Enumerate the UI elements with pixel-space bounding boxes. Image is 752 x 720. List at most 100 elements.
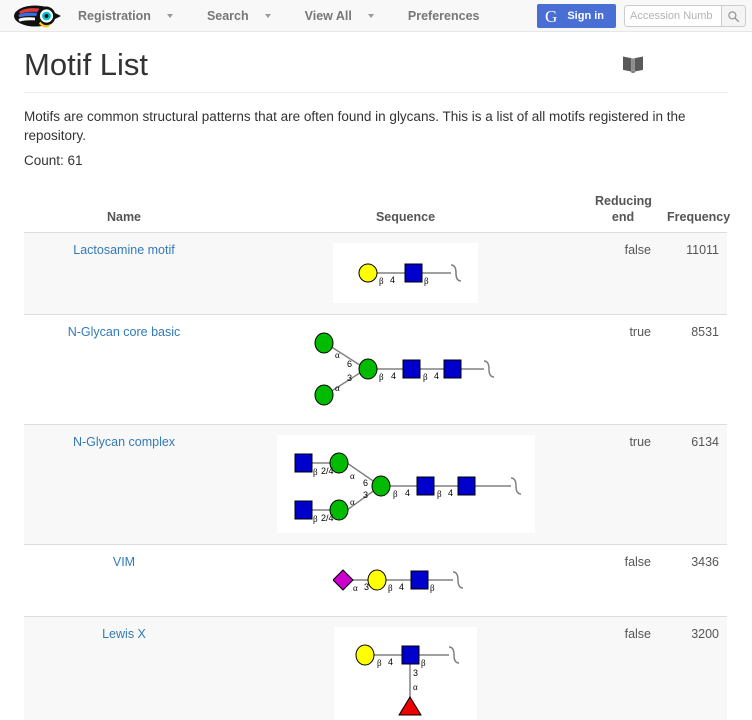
top-navbar: Registration Search View All Preferences… <box>0 0 752 32</box>
search-submit-button[interactable] <box>722 5 746 27</box>
svg-text:3: 3 <box>363 490 368 500</box>
cell-motif-name: VIM <box>24 544 224 617</box>
glycan-diagram-lewis-x: β 4 β 3 α <box>334 626 477 720</box>
open-book-icon[interactable] <box>622 54 644 74</box>
cell-reducing-end: false <box>587 232 659 315</box>
svg-text:α: α <box>350 497 355 507</box>
page-container: Motif List Motifs are common structural … <box>0 32 752 720</box>
svg-text:β: β <box>379 372 384 382</box>
svg-text:α: α <box>350 471 355 481</box>
cell-glycan-sequence: β 4 β <box>224 232 587 315</box>
svg-text:6: 6 <box>347 359 352 369</box>
svg-text:β: β <box>313 514 318 524</box>
column-header-reducing-end[interactable]: Reducing end <box>587 194 659 233</box>
motif-table-body: Lactosamine motif β 4 β false 11011 N-Gl… <box>24 232 727 720</box>
svg-text:2/4: 2/4 <box>321 466 334 476</box>
glycan-image-lactosamine[interactable]: β 4 β <box>333 242 478 303</box>
google-g-icon: G <box>545 6 558 26</box>
nav-item-preferences[interactable]: Preferences <box>398 0 490 32</box>
svg-text:β: β <box>393 489 398 499</box>
search-icon <box>728 10 740 22</box>
site-logo[interactable] <box>0 0 68 32</box>
column-header-sequence[interactable]: Sequence <box>224 194 587 233</box>
cell-glycan-sequence: β 4 β 3 α <box>224 616 587 720</box>
svg-text:β: β <box>437 489 442 499</box>
glycan-image-lewis-x[interactable]: β 4 β 3 α <box>334 626 477 720</box>
cell-motif-name: N-Glycan core basic <box>24 314 224 425</box>
table-row: N-Glycan complex β 2/4 β 2/4 α 6 α 3 β 4… <box>24 424 727 545</box>
svg-text:4: 4 <box>448 488 453 498</box>
glycan-image-vim[interactable]: α 3 β 4 β <box>332 554 478 605</box>
accession-number-input[interactable] <box>624 5 722 27</box>
motif-link-n-glycan-complex[interactable]: N-Glycan complex <box>73 435 175 449</box>
cell-reducing-end: true <box>587 424 659 545</box>
cell-frequency: 3200 <box>659 616 727 720</box>
motif-link-lactosamine-motif[interactable]: Lactosamine motif <box>73 243 174 257</box>
svg-text:6: 6 <box>363 478 368 488</box>
table-row: VIM α 3 β 4 β false 3436 <box>24 544 727 617</box>
svg-text:β: β <box>377 658 382 668</box>
svg-text:β: β <box>388 583 393 593</box>
nav-item-view-all[interactable]: View All <box>295 0 362 32</box>
svg-text:α: α <box>353 583 358 593</box>
reducing-end-line-1: Reducing <box>595 194 652 209</box>
nav-item-search[interactable]: Search <box>197 0 259 32</box>
motif-count: Count: 61 <box>24 153 83 169</box>
table-header-row: Name Sequence Reducing end Frequency <box>24 194 730 233</box>
cell-frequency: 8531 <box>659 314 727 425</box>
svg-text:α: α <box>335 350 340 360</box>
glycan-diagram-nglycan-core-basic: α 6 α 3 β 4 β 4 <box>305 324 506 413</box>
table-row: N-Glycan core basic α 6 α 3 β 4 β 4 true… <box>24 314 727 425</box>
motif-link-n-glycan-core-basic[interactable]: N-Glycan core basic <box>68 325 181 339</box>
svg-text:4: 4 <box>399 582 404 592</box>
svg-text:β: β <box>313 467 318 477</box>
glycan-image-nglycan-core-basic[interactable]: α 6 α 3 β 4 β 4 <box>305 324 506 413</box>
reducing-end-line-2: end <box>611 210 635 225</box>
svg-text:4: 4 <box>391 371 396 381</box>
svg-text:β: β <box>424 276 429 286</box>
svg-text:β: β <box>430 583 435 593</box>
chevron-down-icon-search[interactable] <box>264 13 271 18</box>
svg-text:3: 3 <box>413 668 418 678</box>
cell-glycan-sequence: α 3 β 4 β <box>224 544 587 617</box>
svg-text:3: 3 <box>364 582 369 592</box>
motif-table: Name Sequence Reducing end Frequency Lac… <box>24 194 730 720</box>
motif-link-vim[interactable]: VIM <box>113 555 135 569</box>
table-row: Lactosamine motif β 4 β false 11011 <box>24 232 727 315</box>
cell-motif-name: Lewis X <box>24 616 224 720</box>
navbar-menu: Registration Search View All Preferences <box>68 0 489 32</box>
cell-motif-name: N-Glycan complex <box>24 424 224 545</box>
column-header-name[interactable]: Name <box>24 194 224 233</box>
google-sign-in-button[interactable]: G Sign in <box>537 4 616 28</box>
cell-glycan-sequence: α 6 α 3 β 4 β 4 <box>224 314 587 425</box>
chevron-down-icon-registration[interactable] <box>166 13 173 18</box>
cell-frequency: 11011 <box>659 232 727 315</box>
cell-reducing-end: false <box>587 544 659 617</box>
glycan-image-nglycan-complex[interactable]: β 2/4 β 2/4 α 6 α 3 β 4 β 4 <box>276 434 535 533</box>
cell-glycan-sequence: β 2/4 β 2/4 α 6 α 3 β 4 β 4 <box>224 424 587 545</box>
glytoucan-logo-icon <box>14 5 61 27</box>
motif-link-lewis-x[interactable]: Lewis X <box>102 627 146 641</box>
cell-reducing-end: true <box>587 314 659 425</box>
svg-text:4: 4 <box>434 371 439 381</box>
accession-search-group <box>624 5 746 27</box>
chevron-down-icon-view-all[interactable] <box>367 13 374 18</box>
motif-table-wrapper: Name Sequence Reducing end Frequency Lac… <box>24 194 730 720</box>
open-book-glyph <box>623 56 643 73</box>
column-header-frequency[interactable]: Frequency <box>659 194 730 233</box>
cell-frequency: 3436 <box>659 544 727 617</box>
svg-text:3: 3 <box>347 373 352 383</box>
cell-motif-name: Lactosamine motif <box>24 232 224 315</box>
glycan-diagram-nglycan-complex: β 2/4 β 2/4 α 6 α 3 β 4 β 4 <box>276 434 535 533</box>
svg-text:α: α <box>335 383 340 393</box>
svg-text:β: β <box>423 372 428 382</box>
cell-reducing-end: false <box>587 616 659 720</box>
svg-text:4: 4 <box>405 488 410 498</box>
motif-table-head: Name Sequence Reducing end Frequency <box>24 194 730 233</box>
cell-frequency: 6134 <box>659 424 727 545</box>
svg-text:2/4: 2/4 <box>321 513 334 523</box>
glycan-diagram-vim: α 3 β 4 β <box>332 554 478 605</box>
svg-text:α: α <box>413 682 418 692</box>
nav-item-registration[interactable]: Registration <box>68 0 161 32</box>
page-header: Motif List <box>24 32 728 94</box>
